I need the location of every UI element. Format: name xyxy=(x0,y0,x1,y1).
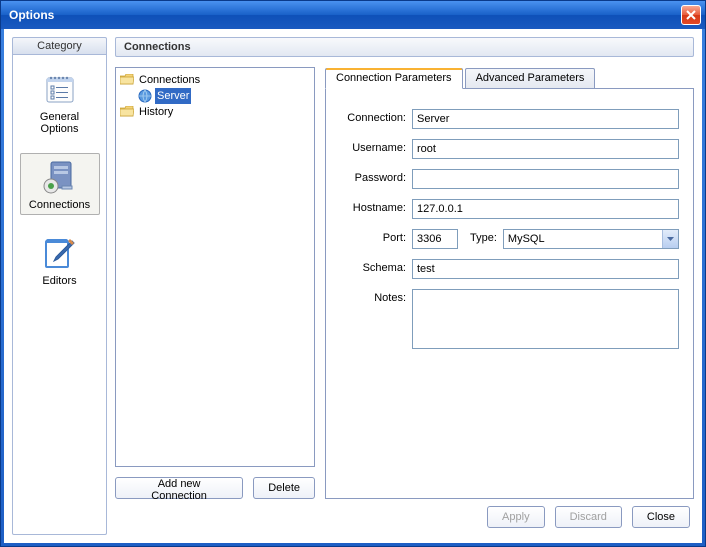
sidebar-header: Category xyxy=(12,37,107,55)
tree-node-connections[interactable]: Connections xyxy=(120,72,310,88)
username-field[interactable] xyxy=(412,139,679,159)
mid-area: Connections Server History Add new Conne… xyxy=(115,67,694,499)
tab-advanced-parameters[interactable]: Advanced Parameters xyxy=(465,68,596,89)
notes-label: Notes: xyxy=(340,289,412,304)
tabpage: Connection: Username: Password: Hos xyxy=(325,88,694,499)
delete-button[interactable]: Delete xyxy=(253,477,315,499)
folder-icon xyxy=(120,106,134,118)
tree-panel: Connections Server History Add new Conne… xyxy=(115,67,315,499)
category-label: General Options xyxy=(21,111,99,135)
password-field[interactable] xyxy=(412,169,679,189)
tabs-panel: Connection Parameters Advanced Parameter… xyxy=(325,67,694,499)
tree-node-server[interactable]: Server xyxy=(138,88,310,104)
connection-label: Connection: xyxy=(340,109,412,124)
main-heading: Connections xyxy=(115,37,694,57)
footer: Apply Discard Close xyxy=(115,499,694,535)
close-button[interactable]: Close xyxy=(632,506,690,528)
apply-button[interactable]: Apply xyxy=(487,506,545,528)
schema-field[interactable] xyxy=(412,259,679,279)
hostname-label: Hostname: xyxy=(340,199,412,214)
notepad-icon xyxy=(40,69,80,109)
category-label: Editors xyxy=(21,275,99,287)
category-sidebar: Category General Options xyxy=(12,37,107,535)
tree-buttons: Add new Connection Delete xyxy=(115,477,315,499)
tree-node-history[interactable]: History xyxy=(120,104,310,120)
category-editors[interactable]: Editors xyxy=(20,229,100,291)
username-label: Username: xyxy=(340,139,412,154)
password-label: Password: xyxy=(340,169,412,184)
server-icon xyxy=(40,157,80,197)
tree-label: Server xyxy=(155,88,191,104)
hostname-field[interactable] xyxy=(412,199,679,219)
connection-field[interactable] xyxy=(412,109,679,129)
add-connection-button[interactable]: Add new Connection xyxy=(115,477,243,499)
port-field[interactable] xyxy=(412,229,458,249)
category-general-options[interactable]: General Options xyxy=(20,65,100,139)
tree-label: History xyxy=(137,104,175,120)
type-select[interactable]: MySQL xyxy=(503,229,679,249)
port-label: Port: xyxy=(340,229,412,244)
client-area: Category General Options xyxy=(4,29,702,543)
schema-label: Schema: xyxy=(340,259,412,274)
category-label: Connections xyxy=(21,199,99,211)
main-panel: Connections Connections Server xyxy=(115,37,694,535)
options-window: Options Category xyxy=(0,0,706,547)
editor-icon xyxy=(40,233,80,273)
connections-tree[interactable]: Connections Server History xyxy=(115,67,315,467)
window-title: Options xyxy=(9,8,681,22)
folder-icon xyxy=(120,74,134,86)
tabstrip: Connection Parameters Advanced Parameter… xyxy=(325,67,694,88)
sidebar-body: General Options Co xyxy=(12,55,107,535)
type-label: Type: xyxy=(458,229,503,244)
discard-button[interactable]: Discard xyxy=(555,506,622,528)
notes-field[interactable] xyxy=(412,289,679,349)
category-connections[interactable]: Connections xyxy=(20,153,100,215)
tree-label: Connections xyxy=(137,72,202,88)
connection-icon xyxy=(138,89,152,103)
close-icon[interactable] xyxy=(681,5,701,25)
tab-connection-parameters[interactable]: Connection Parameters xyxy=(325,68,463,89)
titlebar[interactable]: Options xyxy=(1,1,705,29)
